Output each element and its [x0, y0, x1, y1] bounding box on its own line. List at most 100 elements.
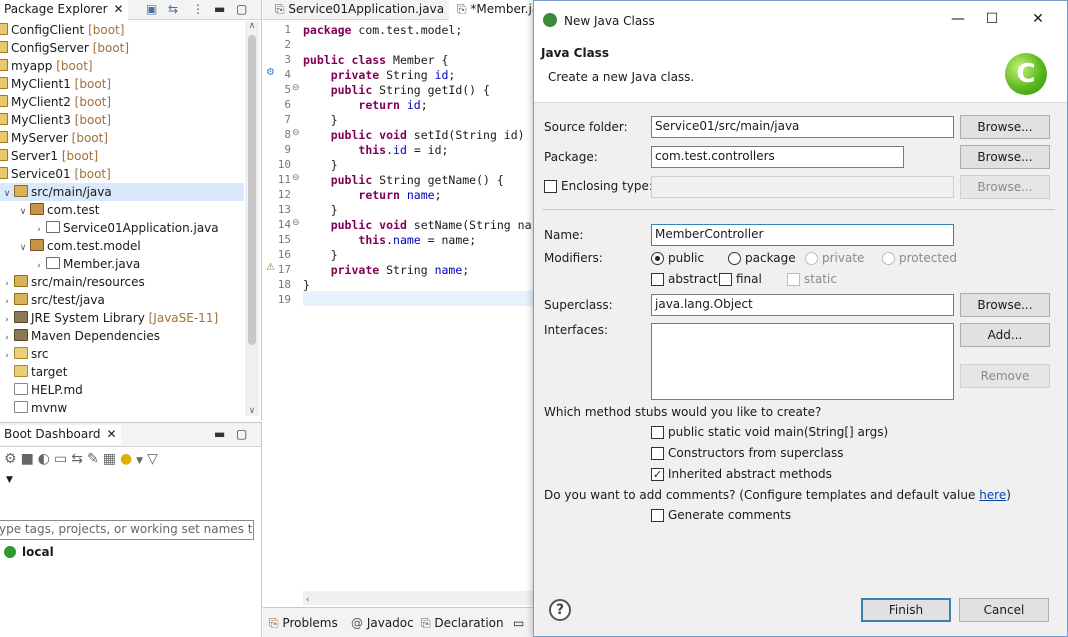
enclosing-type-checkbox[interactable]: [544, 180, 557, 193]
configure-templates-link[interactable]: here: [979, 488, 1006, 502]
source-folder-input[interactable]: Service01/src/main/java: [651, 116, 954, 138]
tree-item-com-test[interactable]: ∨ com.test: [16, 201, 100, 219]
editor-tab-service01application[interactable]: ⎘ Service01Application.java: [267, 0, 452, 20]
stub-constructors-checkbox[interactable]: [651, 447, 664, 460]
scroll-thumb[interactable]: [248, 35, 256, 345]
fold-icon[interactable]: ⊖: [292, 173, 300, 183]
file-icon: [14, 401, 28, 413]
class-name-input[interactable]: MemberController: [651, 224, 954, 246]
close-icon[interactable]: ✕: [107, 427, 117, 441]
modifiers-label: Modifiers:: [544, 251, 603, 265]
source-folder-label: Source folder:: [544, 120, 628, 134]
modifier-package-radio[interactable]: [728, 252, 741, 265]
tree-item-myapp[interactable]: myapp [boot]: [0, 57, 93, 75]
minimize-icon[interactable]: ▬: [214, 427, 225, 441]
tree-item-jre-library[interactable]: › JRE System Library [JavaSE-11]: [0, 309, 218, 327]
filter-icon[interactable]: ▽: [147, 451, 162, 467]
minimize-icon[interactable]: ▬: [214, 2, 225, 16]
tree-item-help-md[interactable]: HELP.md: [0, 381, 83, 399]
cancel-button[interactable]: Cancel: [959, 598, 1049, 622]
package-input[interactable]: com.test.controllers: [651, 146, 904, 168]
code-line: return id;: [358, 98, 428, 112]
tree-item-member-java[interactable]: › Member.java: [32, 255, 140, 273]
edit-icon[interactable]: ✎: [87, 451, 103, 467]
maximize-icon[interactable]: ☐: [982, 11, 1002, 27]
code-line: private String name;: [330, 263, 470, 277]
generate-comments-checkbox[interactable]: [651, 509, 664, 522]
tree-item-configserver[interactable]: ConfigServer [boot]: [0, 39, 129, 57]
tab-package-explorer[interactable]: Package Explorer ✕: [0, 0, 128, 20]
tab-boot-dashboard[interactable]: Boot Dashboard ✕: [0, 425, 121, 445]
dashboard-filter-input[interactable]: ype tags, projects, or working set names…: [0, 520, 254, 540]
stop-icon[interactable]: ■: [21, 451, 38, 467]
chevron-down-icon[interactable]: ▼: [6, 475, 13, 485]
explorer-scrollbar[interactable]: ∧ ∨: [245, 21, 259, 416]
tree-item-myclient3[interactable]: MyClient3 [boot]: [0, 111, 111, 129]
close-icon[interactable]: ✕: [1028, 11, 1048, 27]
collapse-all-icon[interactable]: ▣: [146, 2, 157, 16]
expose-icon[interactable]: ⇆: [71, 451, 87, 467]
browse-superclass-button[interactable]: Browse...: [960, 293, 1050, 317]
help-icon[interactable]: ?: [549, 599, 571, 621]
stub-main-checkbox[interactable]: [651, 426, 664, 439]
browse-source-folder-button[interactable]: Browse...: [960, 115, 1050, 139]
fold-icon[interactable]: ⊖: [292, 128, 300, 138]
finish-button[interactable]: Finish: [861, 598, 951, 622]
interfaces-list[interactable]: [651, 323, 954, 400]
fold-icon[interactable]: ⊖: [292, 218, 300, 228]
close-icon[interactable]: ✕: [114, 2, 124, 16]
tree-item-src-main-java[interactable]: ∨ src/main/java: [0, 183, 244, 201]
tree-item-src-main-resources[interactable]: › src/main/resources: [0, 273, 145, 291]
tree-item-target[interactable]: target: [0, 363, 68, 381]
tree-item-service01application[interactable]: › Service01Application.java: [32, 219, 219, 237]
tree-item-src[interactable]: › src: [0, 345, 49, 363]
link-with-editor-icon[interactable]: ⇆: [168, 2, 178, 16]
project-icon: [0, 41, 8, 53]
browse-package-button[interactable]: Browse...: [960, 145, 1050, 169]
table-icon[interactable]: ▦: [103, 451, 120, 467]
tree-item-com-test-model[interactable]: ∨ com.test.model: [16, 237, 141, 255]
chevron-down-icon[interactable]: ∨: [16, 239, 30, 257]
override-icon: ⚙: [266, 67, 275, 78]
tree-item-mvnw[interactable]: mvnw: [0, 399, 67, 416]
chevron-down-icon[interactable]: ∨: [16, 203, 30, 221]
modifier-final-checkbox[interactable]: [719, 273, 732, 286]
tree-item-myclient1[interactable]: MyClient1 [boot]: [0, 75, 111, 93]
add-interface-button[interactable]: Add...: [960, 323, 1050, 347]
code-line: public String getId() {: [330, 83, 490, 97]
tree-item-configclient[interactable]: ConfigClient [boot]: [0, 21, 124, 39]
project-icon: [0, 149, 8, 161]
tree-item-myclient2[interactable]: MyClient2 [boot]: [0, 93, 111, 111]
console-tab-icon[interactable]: ▭: [513, 616, 524, 630]
scroll-left-icon[interactable]: ‹: [303, 595, 310, 605]
stub-inherited-checkbox[interactable]: ✓: [651, 468, 664, 481]
scroll-down-icon[interactable]: ∨: [245, 406, 259, 416]
dashboard-item-local[interactable]: local: [4, 545, 54, 559]
chevron-down-icon[interactable]: ∨: [0, 185, 14, 203]
scroll-up-icon[interactable]: ∧: [245, 21, 259, 31]
separator: [542, 209, 1055, 210]
view-menu-icon[interactable]: ⋮: [192, 2, 204, 16]
maximize-icon[interactable]: ▢: [236, 2, 247, 16]
tree-item-server1[interactable]: Server1 [boot]: [0, 147, 98, 165]
lightbulb-icon[interactable]: ●: [120, 451, 136, 467]
fold-icon[interactable]: ⊖: [292, 83, 300, 93]
tree-item-src-test-java[interactable]: › src/test/java: [0, 291, 105, 309]
chevron-down-icon[interactable]: ▼: [136, 456, 147, 466]
tab-problems[interactable]: ⎘ Problems: [269, 616, 338, 631]
console-icon[interactable]: ▭: [54, 451, 71, 467]
superclass-input[interactable]: java.lang.Object: [651, 294, 954, 316]
start-icon[interactable]: ⚙: [4, 451, 21, 467]
modifier-abstract-checkbox[interactable]: [651, 273, 664, 286]
tree-item-service01[interactable]: Service01 [boot]: [0, 165, 111, 183]
tab-javadoc[interactable]: @ Javadoc: [351, 616, 414, 630]
editor-hscrollbar[interactable]: ‹: [303, 591, 563, 605]
tree-item-maven-dependencies[interactable]: › Maven Dependencies: [0, 327, 160, 345]
minimize-icon[interactable]: —: [948, 11, 968, 27]
modifier-public-radio[interactable]: [651, 252, 664, 265]
tree-item-myserver[interactable]: MyServer [boot]: [0, 129, 108, 147]
restart-icon[interactable]: ◐: [38, 451, 54, 467]
maximize-icon[interactable]: ▢: [236, 427, 247, 441]
tab-declaration[interactable]: ⎘ Declaration: [421, 616, 504, 631]
project-icon: [0, 167, 8, 179]
